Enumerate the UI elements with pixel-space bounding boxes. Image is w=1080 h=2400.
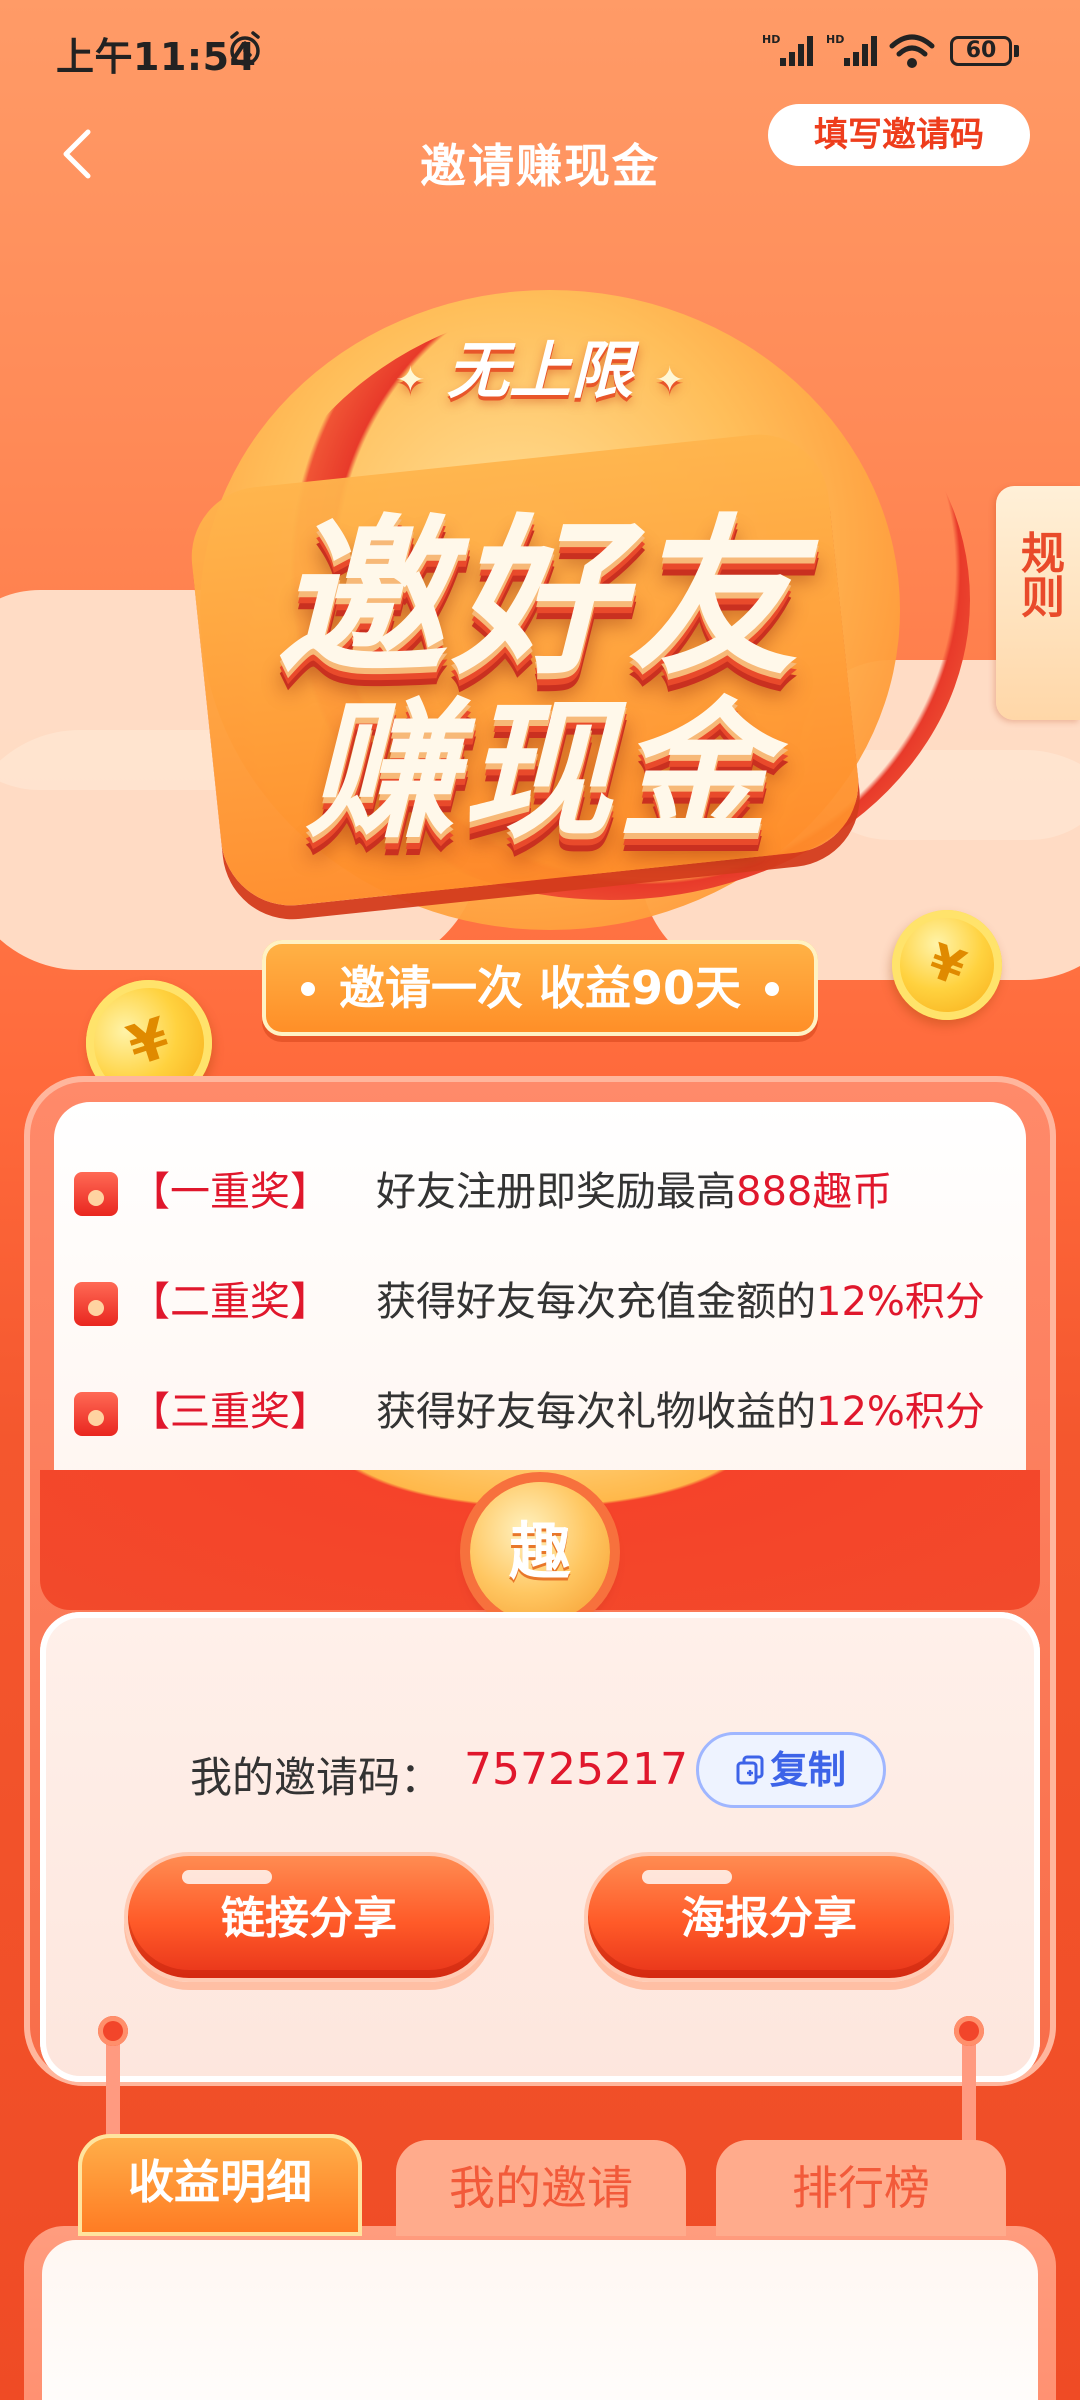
- hero-tagline: 邀请一次 收益90天: [262, 940, 818, 1036]
- tab-content-frame: [24, 2226, 1056, 2400]
- reward-description: 好友注册即奖励最高888趣币: [376, 1162, 892, 1222]
- copy-icon: [736, 1755, 764, 1784]
- cellular-signal-icon-2: HD: [826, 33, 877, 66]
- hanger-bead: [954, 2016, 984, 2046]
- reward-text: 获得好友每次礼物收益的: [376, 1389, 816, 1435]
- invite-code-row: 我的邀请码： 75725217 复制: [40, 1732, 1040, 1812]
- rules-label: 规则: [1013, 530, 1064, 618]
- hero-tagline-text: 邀请一次 收益90天: [338, 961, 742, 1015]
- alarm-icon: [230, 31, 260, 66]
- hero-headline-line-2: 赚现金: [305, 685, 774, 859]
- reward-highlight: 12%积分: [816, 1279, 985, 1325]
- button-gloss: [642, 1870, 732, 1884]
- reward-tier: 【三重奖】: [130, 1389, 330, 1435]
- poster-share-label: 海报分享: [681, 1893, 857, 1944]
- tagline-dot: [765, 981, 780, 996]
- copy-button[interactable]: 复制: [696, 1732, 886, 1808]
- hanger-bead: [98, 2016, 128, 2046]
- reward-text: 获得好友每次充值金额的: [376, 1279, 816, 1325]
- invite-code-value: 75725217: [464, 1744, 688, 1795]
- red-envelope-icon: [74, 1392, 118, 1436]
- reward-highlight: 12%积分: [816, 1389, 985, 1435]
- reward-tier: 【二重奖】: [130, 1279, 330, 1325]
- tab-my-invites[interactable]: 我的邀请: [396, 2140, 686, 2236]
- reward-description: 获得好友每次礼物收益的12%积分: [376, 1382, 985, 1442]
- button-gloss: [182, 1870, 272, 1884]
- cellular-signal-icon: HD: [762, 33, 813, 66]
- tab-earnings-detail[interactable]: 收益明细: [78, 2134, 362, 2236]
- invite-page: 上午11:54 HD HD 60 邀请赚现金 填写邀请码 ✦ 无上限 ✦ 邀好友…: [0, 0, 1080, 2400]
- poster-share-button[interactable]: 海报分享: [584, 1852, 954, 1982]
- qu-logo-emblem: 趣: [470, 1482, 610, 1622]
- battery-indicator: 60: [950, 36, 1012, 66]
- reward-text: 好友注册即奖励最高: [376, 1169, 736, 1215]
- sparkle-icon: ✦: [654, 360, 685, 401]
- red-envelope-icon: [74, 1282, 118, 1326]
- tab-content-panel: [42, 2240, 1038, 2400]
- status-bar: 上午11:54 HD HD 60: [0, 0, 1080, 100]
- invite-code-label: 我的邀请码：: [190, 1753, 443, 1802]
- coin-symbol: ¥: [921, 932, 973, 998]
- coin-symbol: ¥: [120, 1005, 178, 1080]
- rewards-card: 【一重奖】 好友注册即奖励最高888趣币 【二重奖】 获得好友每次充值金额的12…: [54, 1102, 1026, 1492]
- svg-text:HD: HD: [762, 33, 780, 46]
- red-envelope-icon: [74, 1172, 118, 1216]
- reward-tier: 【一重奖】: [130, 1169, 330, 1215]
- svg-text:HD: HD: [826, 33, 844, 46]
- battery-nub: [1014, 45, 1019, 57]
- tab-leaderboard[interactable]: 排行榜: [716, 2140, 1006, 2236]
- rules-button[interactable]: 规则: [996, 486, 1080, 720]
- tab-bar: 收益明细 我的邀请 排行榜: [0, 2134, 1080, 2236]
- unlimited-badge-text: 无上限: [446, 334, 633, 407]
- header: 邀请赚现金 填写邀请码: [0, 100, 1080, 210]
- tagline-dot: [300, 981, 315, 996]
- copy-label: 复制: [769, 1748, 846, 1792]
- reward-description: 获得好友每次充值金额的12%积分: [376, 1272, 985, 1332]
- link-share-label: 链接分享: [221, 1893, 397, 1944]
- wifi-icon: [889, 34, 935, 68]
- unlimited-badge: ✦ 无上限 ✦: [0, 320, 1080, 410]
- reward-highlight: 888趣币: [736, 1169, 893, 1215]
- fill-invite-code-button[interactable]: 填写邀请码: [768, 104, 1030, 166]
- sparkle-icon: ✦: [395, 360, 426, 401]
- link-share-button[interactable]: 链接分享: [124, 1852, 494, 1982]
- invite-code-panel: 我的邀请码： 75725217 复制 链接分享 海报分享: [40, 1612, 1040, 2082]
